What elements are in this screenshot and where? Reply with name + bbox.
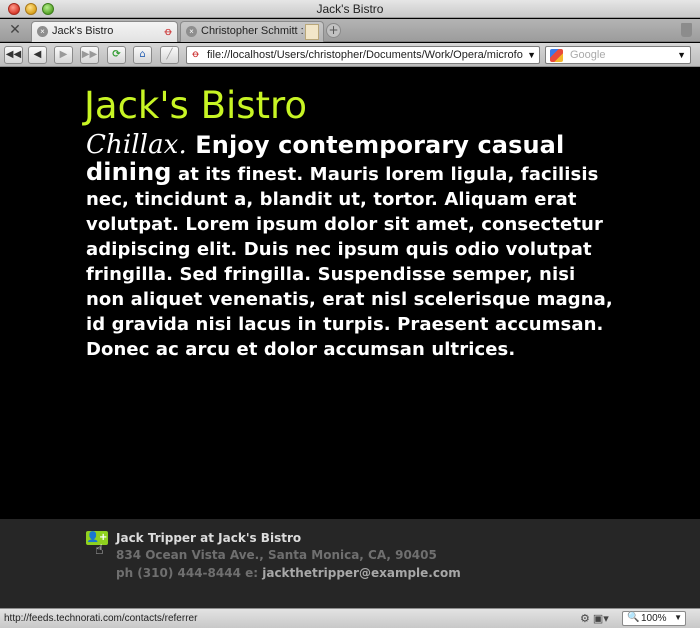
- search-dropdown-icon[interactable]: ▼: [677, 50, 686, 60]
- hand-cursor-icon: ☝: [95, 542, 104, 558]
- window-titlebar: Jack's Bistro: [0, 0, 700, 18]
- status-tools-icon[interactable]: ⚙ ▣▾: [580, 612, 609, 625]
- page-title: Jack's Bistro: [84, 84, 308, 127]
- tab-close-icon[interactable]: ×: [37, 26, 48, 37]
- search-field[interactable]: Google ▼: [545, 46, 691, 64]
- rewind-button[interactable]: ◀◀: [4, 46, 23, 64]
- tab-bar: ✕ × Jack's Bistro ꝋ × Christopher Schmit…: [0, 19, 700, 42]
- vcard-address: 834 Ocean Vista Ave., Santa Monica, CA, …: [116, 548, 437, 562]
- window-title: Jack's Bistro: [316, 2, 384, 16]
- status-bar: http://feeds.technorati.com/contacts/ref…: [0, 608, 700, 628]
- vcard-contact: ph (310) 444-8444 e: jackthetripper@exam…: [116, 566, 461, 580]
- vcard-phone: ph (310) 444-8444 e:: [116, 566, 263, 580]
- status-url: http://feeds.technorati.com/contacts/ref…: [4, 613, 198, 624]
- intro-body-text: at its finest. Mauris lorem ligula, faci…: [86, 164, 613, 360]
- reload-button[interactable]: ⟳: [107, 46, 126, 64]
- forward-button[interactable]: ▶: [54, 46, 73, 64]
- magnifier-icon: 🔍: [627, 612, 640, 623]
- intro-paragraph: Chillax. Enjoy contemporary casual dinin…: [86, 130, 616, 362]
- new-tab-button[interactable]: +: [326, 23, 341, 38]
- vcard-name: Jack Tripper at Jack's Bistro: [116, 531, 302, 545]
- zoom-dropdown-icon[interactable]: ▼: [674, 613, 682, 622]
- zoom-control[interactable]: 🔍 100% ▼: [622, 611, 686, 626]
- tab-label: Jack's Bistro: [52, 25, 114, 37]
- tools-menu-icon[interactable]: ✕: [4, 21, 26, 39]
- tab-label: Christopher Schmitt : ...: [201, 25, 316, 37]
- opera-page-icon: ꝋ: [192, 49, 200, 60]
- address-text: file://localhost/Users/christopher/Docum…: [207, 49, 523, 61]
- address-bar[interactable]: ꝋ file://localhost/Users/christopher/Doc…: [186, 46, 540, 64]
- tab-jacks-bistro[interactable]: × Jack's Bistro ꝋ: [31, 21, 178, 42]
- back-button[interactable]: ◀: [28, 46, 47, 64]
- google-logo-icon: [550, 49, 563, 62]
- intro-lead-emphasis: Chillax.: [86, 130, 187, 160]
- zoom-value: 100%: [641, 613, 667, 624]
- vcard-footer: 👤+ ☝ Jack Tripper at Jack's Bistro 834 O…: [0, 519, 700, 608]
- address-dropdown-icon[interactable]: ▼: [527, 50, 536, 60]
- home-button[interactable]: ⌂: [133, 46, 152, 64]
- tab-christopher-schmitt[interactable]: × Christopher Schmitt : ...: [180, 21, 324, 42]
- edit-icon[interactable]: ╱: [160, 46, 179, 64]
- tab-thumbnail-icon: [305, 24, 319, 40]
- tab-close-icon[interactable]: ×: [186, 26, 197, 37]
- search-placeholder: Google: [570, 49, 606, 61]
- trash-icon[interactable]: [681, 23, 692, 37]
- navigation-toolbar: ◀◀ ◀ ▶ ▶▶ ⟳ ⌂ ╱ ꝋ file://localhost/Users…: [0, 43, 700, 67]
- opera-favicon-icon: ꝋ: [164, 26, 172, 38]
- vcard-email[interactable]: jackthetripper@example.com: [262, 566, 460, 580]
- fast-forward-button[interactable]: ▶▶: [80, 46, 99, 64]
